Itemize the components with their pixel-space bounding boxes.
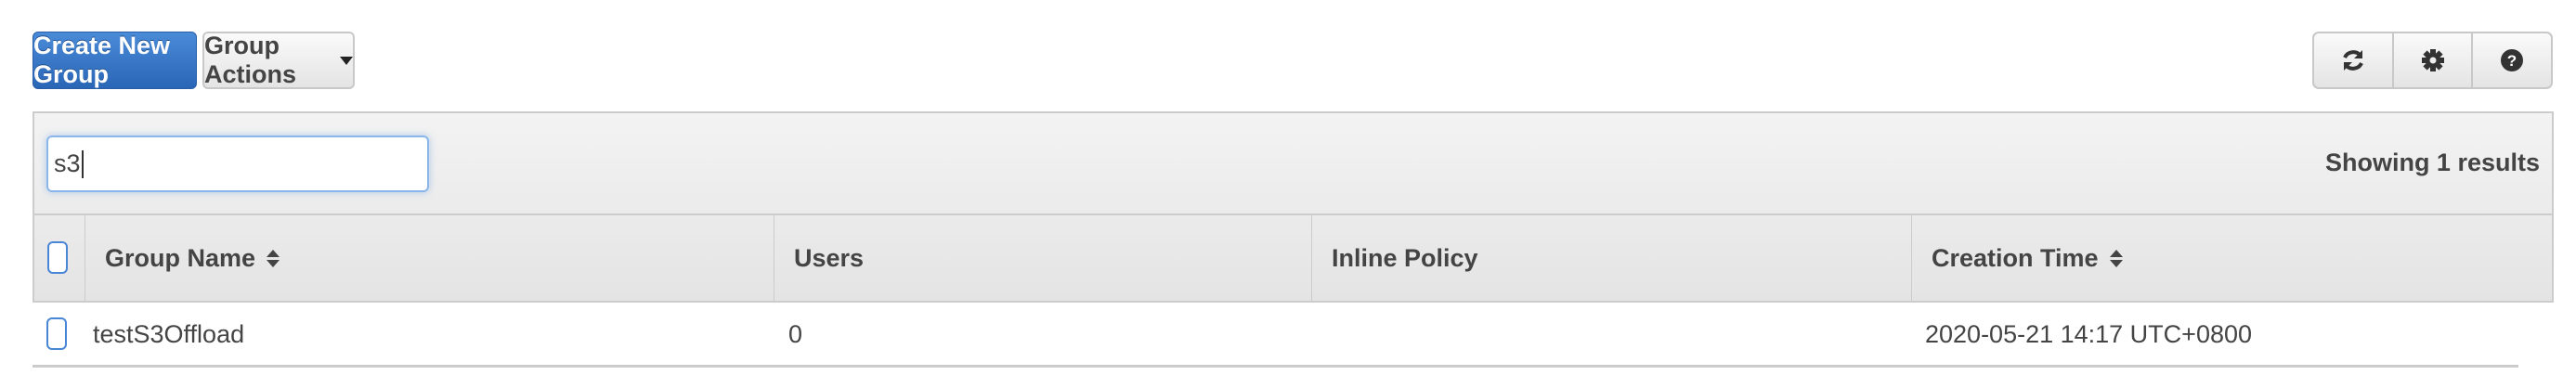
sort-icon (2109, 250, 2123, 267)
creation-time-cell: 2020-05-21 14:17 UTC+0800 (1925, 319, 2253, 348)
column-header-inline-policy: Inline Policy (1311, 215, 1911, 302)
create-new-group-button[interactable]: Create New Group (33, 32, 197, 89)
sort-icon (267, 250, 280, 267)
filter-input[interactable]: s3 (46, 136, 429, 192)
group-actions-label: Group Actions (204, 32, 297, 88)
select-all-cell (34, 215, 85, 302)
table-header: Group Name Users Inline Policy Creation … (34, 213, 2552, 302)
row-divider (33, 365, 2518, 368)
refresh-icon (2343, 50, 2363, 71)
help-button[interactable]: ? (2473, 33, 2551, 87)
column-label: Inline Policy (1332, 244, 1478, 272)
filter-input-value: s3 (54, 149, 81, 177)
caret-down-icon (340, 56, 353, 65)
utility-button-group: ? (2312, 32, 2553, 89)
column-label: Users (794, 244, 865, 272)
users-cell: 0 (788, 319, 803, 348)
column-header-creation-time[interactable]: Creation Time (1911, 215, 2554, 302)
gear-icon (2421, 49, 2444, 71)
column-header-group-name[interactable]: Group Name (85, 215, 774, 302)
row-checkbox[interactable] (46, 317, 67, 350)
column-label: Creation Time (1932, 244, 2099, 272)
svg-text:?: ? (2507, 52, 2517, 70)
column-header-users: Users (774, 215, 1311, 302)
group-name-link[interactable]: testS3Offload (93, 303, 244, 366)
groups-table-panel: s3 Showing 1 results Group Name Users In… (33, 111, 2554, 303)
help-icon: ? (2501, 49, 2524, 71)
results-count: Showing 1 results (2324, 149, 2540, 176)
refresh-button[interactable] (2314, 33, 2394, 87)
select-all-checkbox[interactable] (47, 241, 68, 274)
group-actions-dropdown[interactable]: Group Actions (202, 32, 355, 89)
column-label: Group Name (105, 244, 256, 272)
settings-button[interactable] (2394, 33, 2474, 87)
